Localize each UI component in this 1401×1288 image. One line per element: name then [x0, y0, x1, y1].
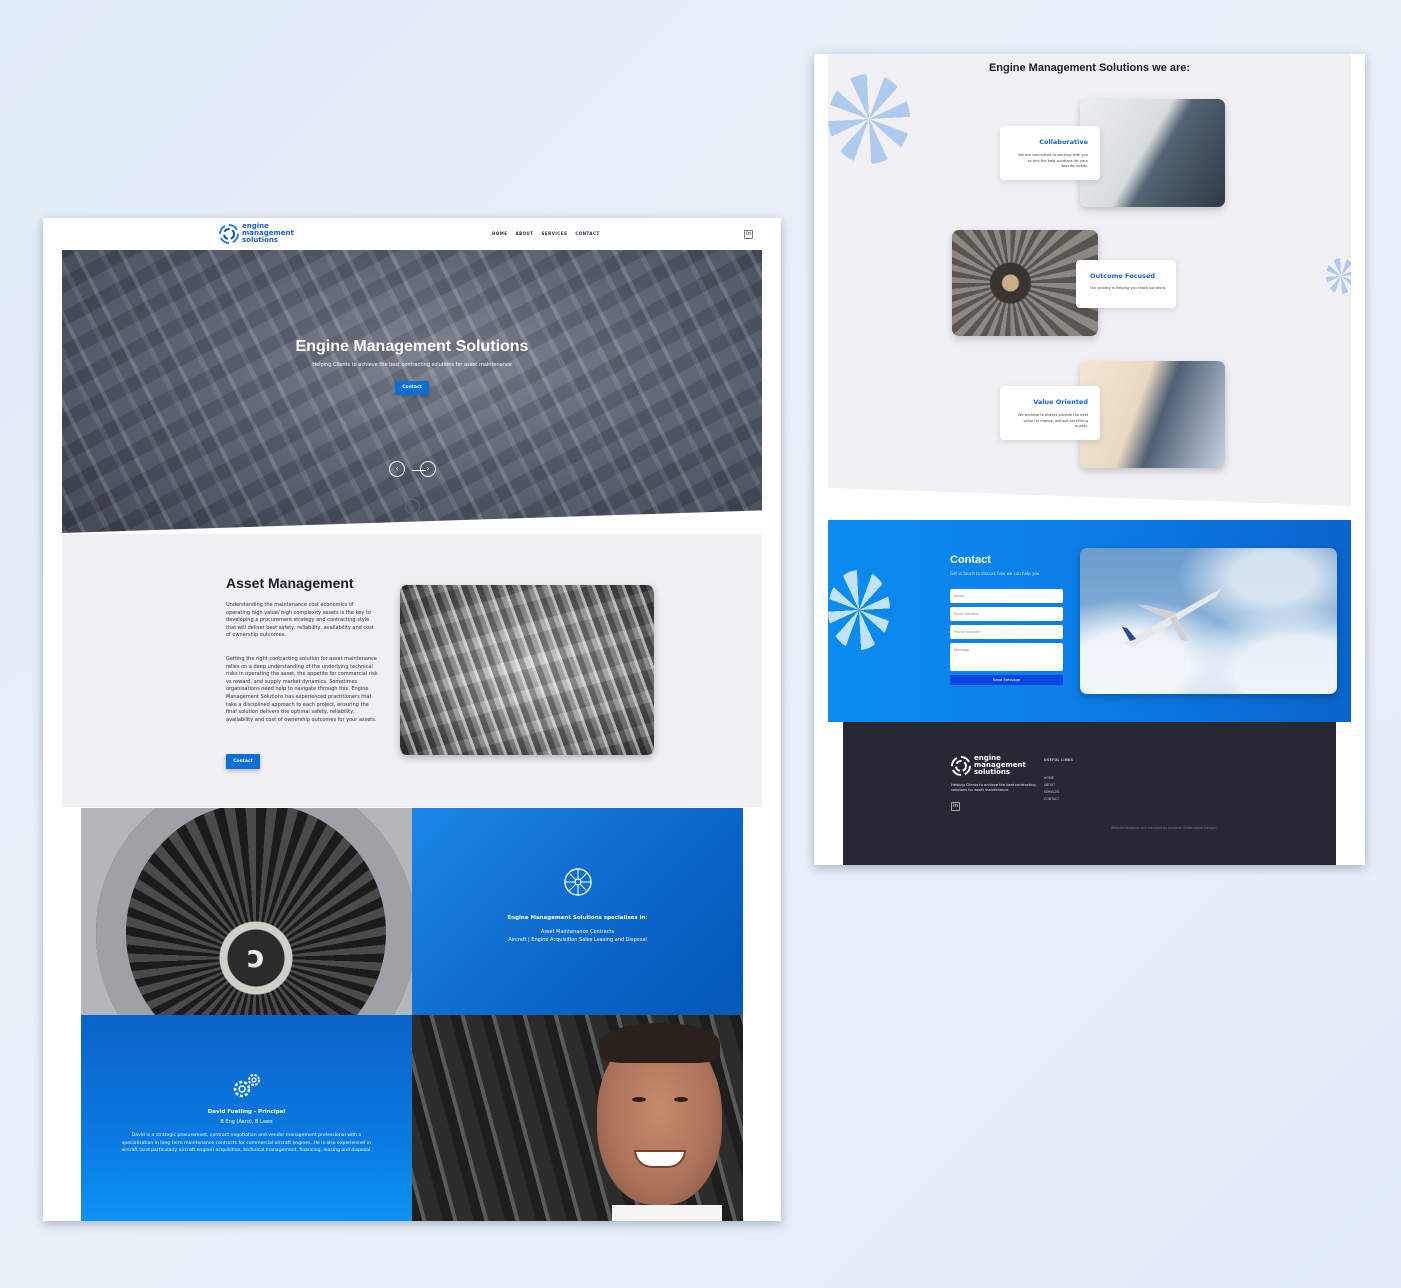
value-card-outcome: Outcome Focused Our priority is helping …: [1076, 260, 1176, 308]
chevron-left-icon[interactable]: ‹: [389, 461, 405, 477]
desk-work-photo: [1080, 361, 1225, 468]
linkedin-icon[interactable]: in: [951, 802, 960, 811]
principal-bio: David is a strategic procurement, contra…: [121, 1133, 372, 1154]
section-title: Asset Management: [226, 575, 354, 591]
portrait-eye: [632, 1097, 646, 1102]
portrait-hair: [600, 1023, 720, 1063]
hero-title: Engine Management Solutions: [295, 338, 529, 355]
asset-paragraph-1: Understanding the maintenance cost econo…: [226, 602, 374, 639]
top-navbar: engine management solutions HOME ABOUT S…: [62, 218, 762, 250]
main-nav: HOME ABOUT SERVICES CONTACT: [492, 231, 600, 236]
scroll-down-icon[interactable]: ⌄: [405, 499, 420, 514]
site-footer: engine management solutions Helping Clie…: [843, 722, 1336, 865]
values-section: Engine Management Solutions we are: Coll…: [828, 54, 1351, 506]
jet-engine-image: ↄ: [81, 808, 412, 1015]
value-card-title: Value Oriented: [1033, 398, 1088, 406]
principal-credentials: B Eng (Aero), B Laws: [220, 1119, 273, 1125]
hero-contact-button[interactable]: Contact: [395, 381, 429, 395]
values-contact-screenshot: Engine Management Solutions we are: Coll…: [814, 54, 1365, 865]
contact-subtitle: Get in touch to discuss how we can help …: [950, 571, 1040, 576]
footer-wordmark: engine management solutions: [974, 755, 1026, 776]
hero-subtitle: Helping Clients to achieve the best cont…: [312, 362, 512, 368]
contact-title: Contact: [950, 554, 991, 566]
name-field[interactable]: Name: [950, 589, 1063, 603]
turbine-icon: [564, 868, 592, 896]
footer-link-contact[interactable]: CONTACT: [1044, 797, 1059, 801]
email-field[interactable]: Email Address: [950, 607, 1063, 621]
value-card-text: We are committed to working with you to …: [1018, 153, 1088, 169]
value-card-value: Value Oriented We promise to always prov…: [1000, 386, 1100, 440]
specialises-heading: Engine Management Solutions specialises …: [507, 915, 648, 921]
footer-credit: Website designed and managed by Jonathan…: [1111, 826, 1217, 830]
logo-line-3: solutions: [242, 236, 279, 244]
airplane-photo: [1080, 548, 1337, 694]
value-card-title: Outcome Focused: [1090, 272, 1156, 280]
specialises-line-2: Aircraft | Engine Acquisition Sales Leas…: [508, 937, 647, 943]
footer-logo[interactable]: engine management solutions: [951, 755, 1026, 776]
principal-portrait: [412, 1015, 743, 1221]
specialises-panel: Engine Management Solutions specialises …: [412, 808, 743, 1015]
asset-contact-button[interactable]: Contact: [226, 754, 260, 769]
values-title: Engine Management Solutions we are:: [988, 62, 1191, 74]
principal-panel: David Fuelling - Principal B Eng (Aero),…: [81, 1015, 412, 1221]
hero-banner: Engine Management Solutions Helping Clie…: [62, 250, 762, 533]
linkedin-icon[interactable]: in: [744, 230, 753, 239]
spinner-swirl-icon: ↄ: [247, 940, 265, 975]
portrait-eye: [674, 1097, 688, 1102]
handshake-photo: [1080, 99, 1225, 207]
nav-about[interactable]: ABOUT: [515, 231, 533, 236]
swirl-logo-icon: [219, 223, 239, 244]
logo-wordmark: engine management solutions: [242, 223, 294, 244]
portrait-shirt: [612, 1205, 722, 1221]
site-logo[interactable]: engine management solutions: [219, 223, 294, 244]
nav-contact[interactable]: CONTACT: [575, 231, 599, 236]
footer-link-home[interactable]: HOME: [1044, 776, 1054, 780]
swirl-decor-icon: [1326, 258, 1351, 294]
homepage-screenshot: engine management solutions HOME ABOUT S…: [43, 218, 781, 1221]
send-message-button[interactable]: Send Message: [950, 675, 1063, 685]
asset-paragraph-2: Getting the right contracting solution f…: [226, 656, 378, 723]
asset-management-section: Asset Management Understanding the maint…: [62, 534, 762, 807]
value-card-text: Our priority is helping you reach soluti…: [1090, 286, 1167, 290]
swirl-decor-icon: [828, 74, 910, 164]
footer-tagline: Helping Clients to achieve the best cont…: [951, 783, 1036, 793]
logo-line-3: solutions: [974, 768, 1011, 776]
footer-links-heading: USEFUL LINKS: [1044, 758, 1074, 762]
specialises-line-1: Asset Maintenance Contracts: [540, 929, 615, 935]
nav-home[interactable]: HOME: [492, 231, 507, 236]
principal-name: David Fuelling - Principal: [207, 1109, 286, 1115]
footer-link-about[interactable]: ABOUT: [1044, 783, 1055, 787]
nav-services[interactable]: SERVICES: [542, 231, 568, 236]
contact-section: Contact Get in touch to discuss how we c…: [828, 520, 1351, 722]
phone-field[interactable]: Phone Number: [950, 625, 1063, 639]
swirl-logo-icon: [951, 755, 971, 776]
value-card-collaborative: Collaborative We are committed to workin…: [1000, 126, 1100, 180]
message-field[interactable]: Message: [950, 643, 1063, 671]
value-card-title: Collaborative: [1039, 138, 1088, 146]
footer-link-services[interactable]: SERVICES: [1044, 790, 1059, 794]
airplane-icon: [1122, 589, 1221, 647]
gears-icon: [233, 1074, 260, 1098]
turbine-blades-image: [400, 585, 654, 755]
swirl-decor-icon: [828, 570, 890, 650]
value-card-text: We promise to always provide the best va…: [1018, 413, 1088, 429]
chevron-right-icon[interactable]: ›: [420, 461, 436, 477]
